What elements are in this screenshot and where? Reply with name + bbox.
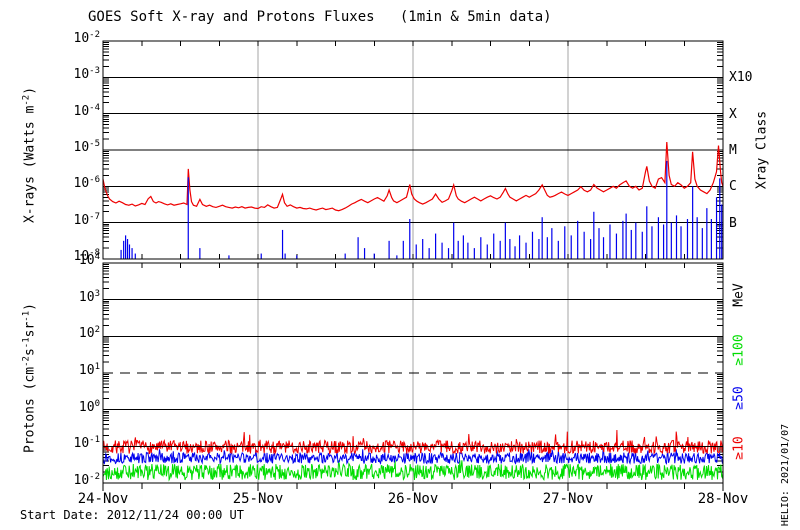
protons-axis-label-close: ) [22,303,38,311]
proton-ytick-10e4: 104 [78,252,100,268]
xray-ytick-10e-4: 10-4 [73,102,101,119]
xray-axis-label-close: ) [22,86,38,95]
xray-ytick-10e-6: 10-6 [73,175,101,192]
xray-axis-label-sup: -2 [21,94,32,106]
proton-ytick-10e-1: 10-1 [73,435,101,452]
protons-axis-label-text: Protons (cm [22,366,38,453]
proton-ytick-10e-2: 10-2 [73,472,101,488]
xray-ytick-10e-5: 10-5 [73,139,101,155]
protons-axis-label-sr: sr [22,321,38,338]
xray-class-label-X10: X10 [729,70,753,86]
proton-ytick-10e3: 103 [78,288,100,305]
xtick-label-25-Nov: 25-Nov [232,491,284,507]
proton-threshold-label-text: ≥50 [731,386,747,410]
proton-ytick-10e0: 100 [78,398,100,415]
protons-axis-label-sup1: -2 [21,356,32,367]
xtick-label-28-Nov: 28-Nov [697,491,749,507]
xtick-label-26-Nov: 26-Nov [387,491,439,507]
xtick-label-27-Nov: 27-Nov [542,491,594,507]
xray-ytick-10e-3: 10-3 [73,66,101,83]
proton-ytick-10e1: 101 [78,362,100,378]
mev-caption-text: MeV [731,283,747,307]
xray-ytick-10e-2: 10-2 [73,30,101,46]
proton-ytick-10e2: 102 [78,325,100,342]
start-date-label: Start Date: 2012/11/24 00:00 UT [20,508,244,522]
xray-axis-label-text: X-rays (Watts m [22,105,38,224]
goes-flux-plot-page: GOES Soft X-ray and Protons Fluxes (1min… [0,0,800,530]
xtick-label-24-Nov: 24-Nov [77,491,129,507]
plot-canvas [102,40,724,491]
xray-class-label-B: B [729,215,737,231]
xray-ytick-10e-7: 10-7 [73,211,101,228]
xray-class-label-M: M [729,143,737,158]
xray-class-label-C: C [729,179,737,195]
helio-stamp-text: HELIO: 2021/01/07 [780,423,791,527]
proton-threshold-label-text: ≥10 [731,436,747,460]
protons-axis-label-s: s [22,348,38,357]
protons-axis-label-sup2: -1 [21,337,32,349]
protons-axis-label-sup3: -1 [21,310,32,322]
xray-class-label-X: X [729,106,737,122]
xray-class-caption-text: Xray Class [754,110,770,190]
proton-threshold-label-text: ≥100 [731,334,747,366]
